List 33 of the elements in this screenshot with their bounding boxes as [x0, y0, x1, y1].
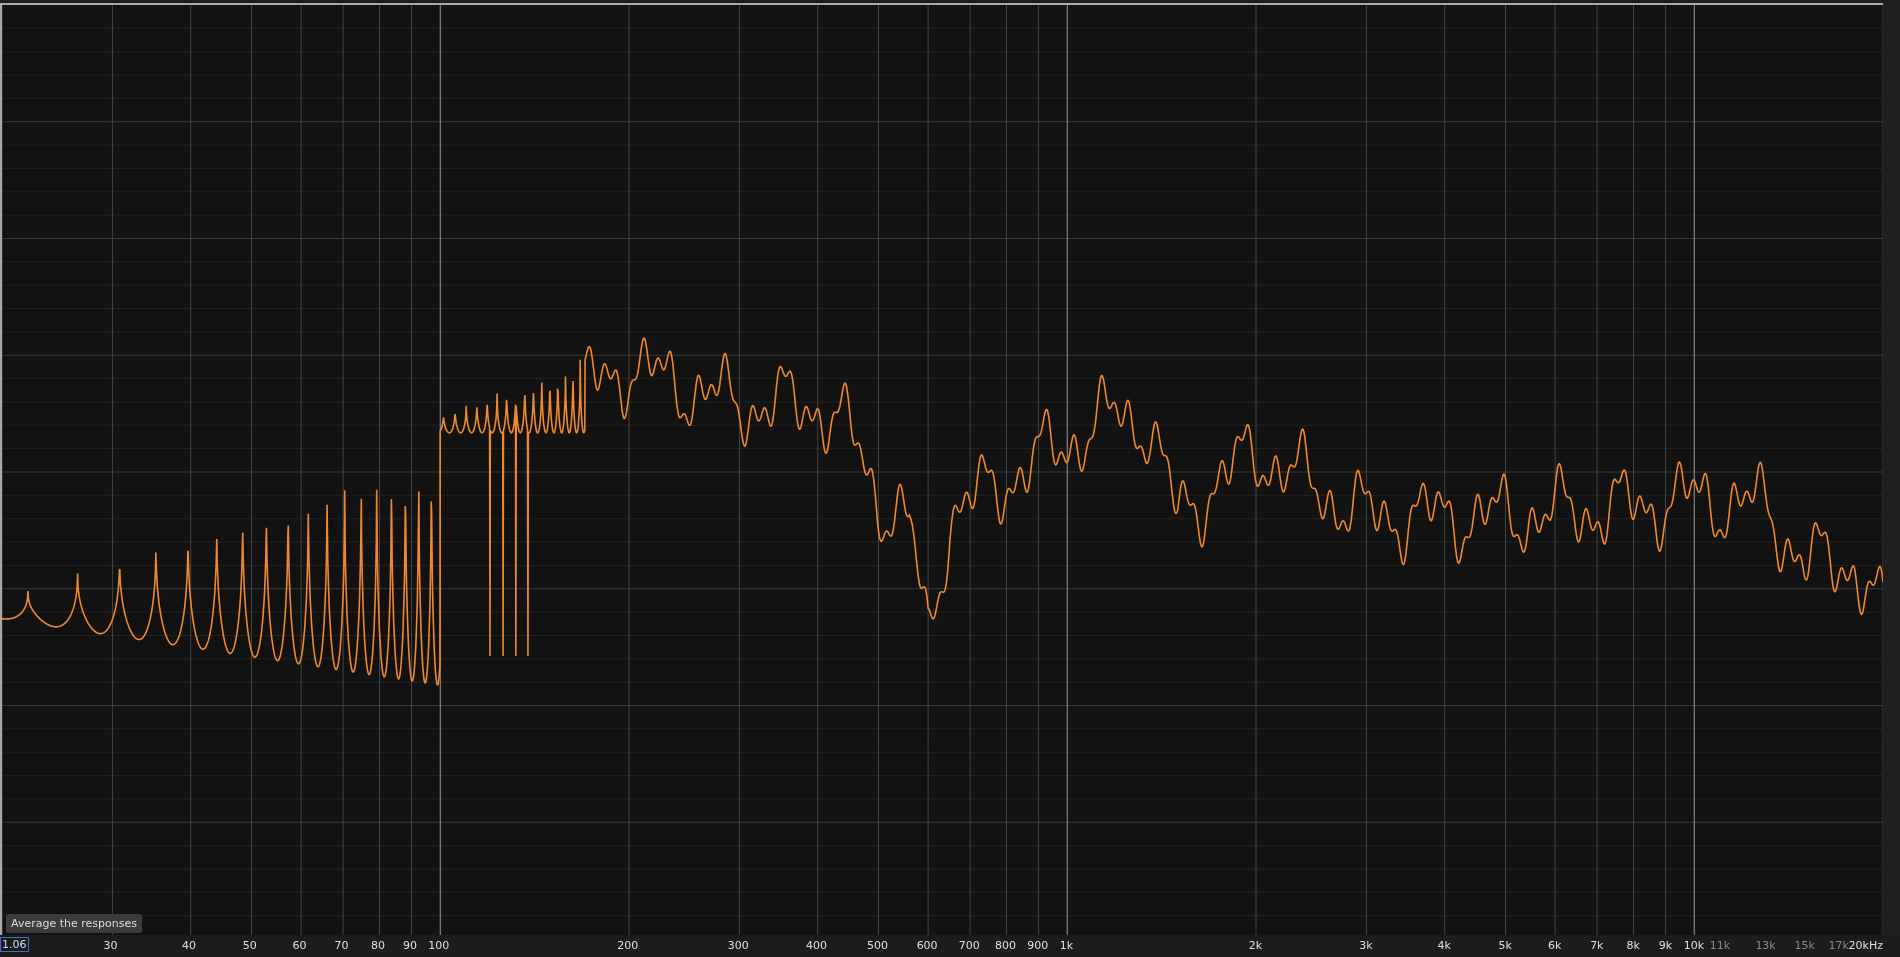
axis-label: 13k — [1755, 939, 1776, 952]
tooltip: Average the responses — [6, 914, 142, 933]
axis-label: 70 — [334, 939, 349, 952]
cursor-readout: 1.06 — [0, 937, 29, 952]
axis-label: 100 — [428, 939, 450, 952]
axis-label: 600 — [916, 939, 938, 952]
axis-label: 9k — [1658, 939, 1672, 952]
axis-label: 30 — [103, 939, 118, 952]
axis-label: 60 — [292, 939, 307, 952]
axis-label: 40 — [181, 939, 196, 952]
axis-label: 20kHz — [1848, 939, 1883, 952]
axis-label: 7k — [1590, 939, 1604, 952]
axis-label: 1k — [1059, 939, 1074, 952]
axis-label: 800 — [995, 939, 1017, 952]
axis-label: 700 — [958, 939, 980, 952]
axis-label: 4k — [1437, 939, 1451, 952]
axis-label: 17k — [1828, 939, 1849, 952]
axis-label: 900 — [1027, 939, 1049, 952]
axis-label: 5k — [1498, 939, 1512, 952]
axis-label: 50 — [242, 939, 257, 952]
axis-label: 3k — [1359, 939, 1373, 952]
axis-label: 8k — [1626, 939, 1640, 952]
axis-label: 15k — [1794, 939, 1815, 952]
axis-label: 80 — [370, 939, 385, 952]
axis-label: 6k — [1548, 939, 1562, 952]
axis-label: 90 — [403, 939, 417, 952]
axis-label: 500 — [866, 939, 888, 952]
axis-label: 10k — [1683, 939, 1705, 952]
axis-label: 300 — [727, 939, 749, 952]
axis-label: 200 — [617, 939, 639, 952]
axis-label: 400 — [806, 939, 828, 952]
axis-label: 2k — [1248, 939, 1262, 952]
axis-label: 11k — [1709, 939, 1731, 952]
